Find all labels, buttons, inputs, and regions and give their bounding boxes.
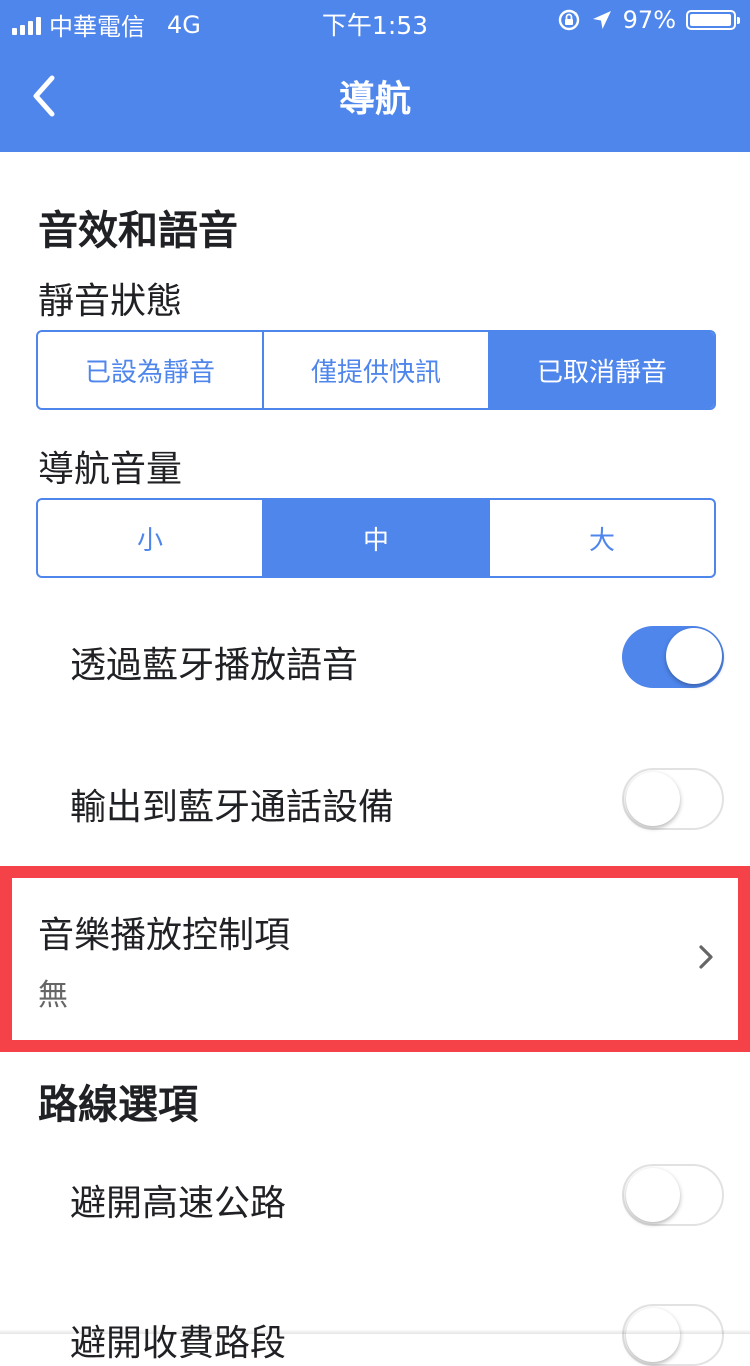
status-right: 97% <box>557 6 740 34</box>
battery-icon <box>686 10 740 30</box>
mute-option-unmuted[interactable]: 已取消靜音 <box>490 332 714 408</box>
bluetooth-call-toggle[interactable] <box>622 768 724 830</box>
avoid-tolls-label: 避開收費路段 <box>70 1323 287 1364</box>
volume-option-medium[interactable]: 中 <box>264 500 490 576</box>
music-controls-value: 無 <box>38 978 68 1013</box>
bluetooth-call-label: 輸出到藍牙通話設備 <box>70 787 395 828</box>
bottom-edge-shadow <box>0 1330 750 1334</box>
orientation-lock-icon <box>558 9 579 31</box>
section-title-sound: 音效和語音 <box>38 208 238 254</box>
mute-state-label: 靜音狀態 <box>38 281 183 322</box>
avoid-highways-label: 避開高速公路 <box>70 1183 287 1224</box>
nav-bar: 導航 <box>0 40 750 152</box>
bluetooth-voice-label: 透過藍牙播放語音 <box>70 645 359 686</box>
volume-option-low[interactable]: 小 <box>38 500 264 576</box>
battery-level-fill <box>690 14 731 26</box>
mute-state-segmented-control: 已設為靜音 僅提供快訊 已取消靜音 <box>36 330 716 410</box>
volume-option-high[interactable]: 大 <box>490 500 714 576</box>
section-title-route: 路線選項 <box>38 1082 198 1128</box>
page-title: 導航 <box>338 79 411 120</box>
battery-percent: 97% <box>622 6 676 34</box>
toggle-knob <box>666 628 722 684</box>
bluetooth-voice-toggle[interactable] <box>622 626 724 688</box>
toggle-knob <box>626 1168 680 1222</box>
mute-option-muted[interactable]: 已設為靜音 <box>38 332 264 408</box>
volume-label: 導航音量 <box>38 449 183 490</box>
avoid-highways-toggle[interactable] <box>622 1164 724 1226</box>
toggle-knob <box>626 772 680 826</box>
avoid-tolls-toggle[interactable] <box>622 1304 724 1366</box>
volume-segmented-control: 小 中 大 <box>36 498 716 578</box>
toggle-knob <box>626 1308 680 1362</box>
music-controls-title: 音樂播放控制項 <box>38 915 291 956</box>
mute-option-alerts-only[interactable]: 僅提供快訊 <box>264 332 490 408</box>
chevron-right-icon <box>699 945 713 969</box>
location-arrow-icon <box>592 11 611 29</box>
status-bar: 中華電信 4G 下午1:53 97% <box>0 0 750 41</box>
music-controls-row[interactable] <box>0 866 750 1052</box>
